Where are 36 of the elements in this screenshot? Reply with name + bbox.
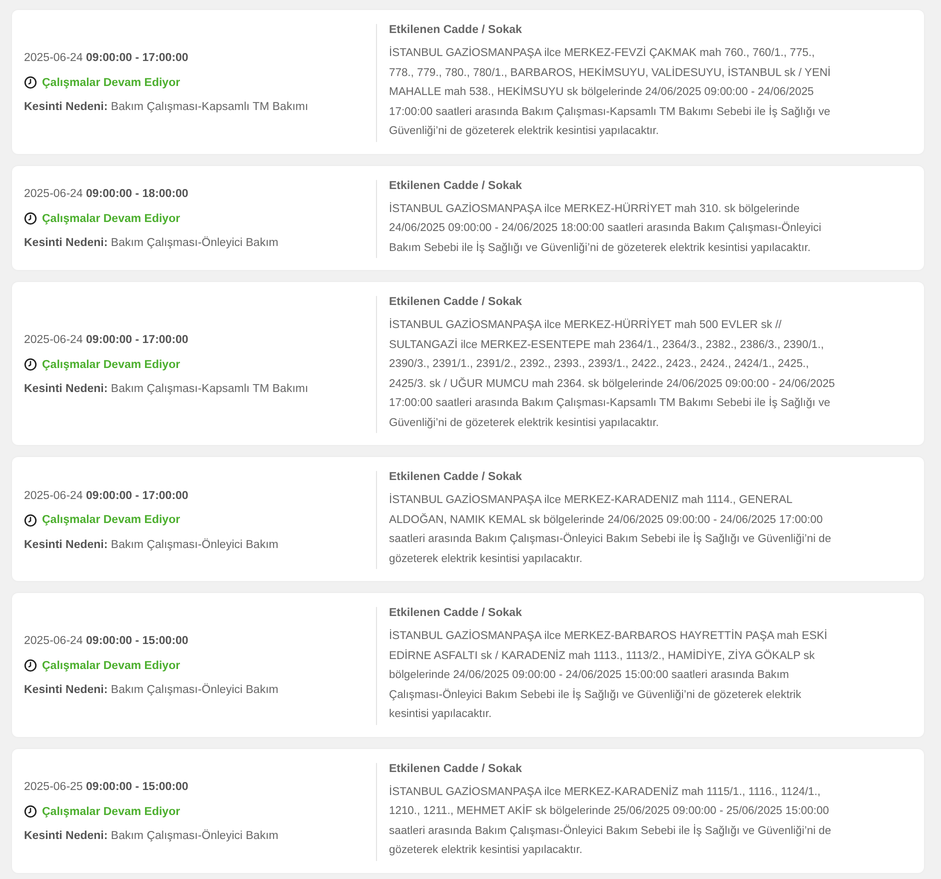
- outage-reason: Kesinti Nedeni: Bakım Çalışması-Önleyici Bakım: [24, 237, 280, 250]
- outage-description: İSTANBUL GAZİOSMANPAŞA ilce MERKEZ-FEVZİ ÇAKMAK mah 760., 760/1., 775., 778., 779., 780., 780/1., BARBAROS, HEKİMSUYU, VALİDESUYU, İSTANBUL sk / YENİ MAHALLE mah 538., HEKİMSUYU sk bölgelerinde 24/06/2025 09:00:00 - 24/06/2025 17:00:00 saatleri arasında Bakım Çalışması-Kapsamlı TM Bakımı Sebebi ile İş Sağlığı ve Güvenliği’ni de gözeterek elektrik kesintisi yapılacaktır.: [389, 45, 832, 139]
- outage-description: İSTANBUL GAZİOSMANPAŞA ilce MERKEZ-HÜRRİYET mah 310. sk bölgelerinde 24/06/2025 09:00:00 - 24/06/2025 18:00:00 saatleri arasında Bakım Çalışması-Önleyici Bakım Sebebi ile İş Sağlığı ve Güvenliği’ni de gözeterek elektrik kesintisi yapılacaktır.: [389, 201, 822, 256]
- outage-time: 2025-06-24 09:00:00 - 18:00:00: [24, 188, 190, 200]
- status-label: Çalışmalar Devam Ediyor: [42, 76, 180, 89]
- outage-description: İSTANBUL GAZİOSMANPAŞA ilce MERKEZ-HÜRRİYET mah 500 EVLER sk // SULTANGAZİ ilce MERKEZ-ESENTEPE mah 2364/1., 2364/3., 2382., 2386/3., 2390/1., 2390/3., 2391/1., 2391/2., 2392., 2393., 2393/1., 2422., 2423., 2424., 2424/1., 2425., 2425/3. sk / UĞUR MUMCU mah 2364. sk bölgelerinde 24/06/2025 09:00:00 - 24/06/2025 17:00:00 saatleri arasında Bakım Çalışması-Kapsamlı TM Bakımı Sebebi ile İş Sağlığı ve Güvenliği’ni de gözeterek elektrik kesintisi yapılacaktır.: [389, 317, 836, 430]
- clock-icon: [24, 212, 37, 226]
- clock-icon: [24, 76, 37, 90]
- section-heading: Etkilenen Cadde / Sokak: [389, 24, 523, 36]
- status-label: Çalışmalar Devam Ediyor: [42, 514, 180, 526]
- status-label: Çalışmalar Devam Ediyor: [42, 358, 180, 370]
- status-label: Çalışmalar Devam Ediyor: [42, 806, 180, 818]
- outage-time: 2025-06-24 09:00:00 - 15:00:00: [24, 635, 190, 648]
- outage-reason: Kesinti Nedeni: Bakım Çalışması-Kapsamlı TM Bakımı: [24, 383, 310, 395]
- clock-icon: [24, 514, 37, 526]
- clock-icon: [24, 358, 37, 371]
- outage-time: 2025-06-24 09:00:00 - 17:00:00: [24, 334, 190, 346]
- outage-time: 2025-06-24 09:00:00 - 17:00:00: [24, 52, 190, 64]
- outage-description: İSTANBUL GAZİOSMANPAŞA ilce MERKEZ-KARADENİZ mah 1115/1., 1116., 1124/1., 1210., 1211., MEHMET AKİF sk bölgelerinde 25/06/2025 09:00:00 - 25/06/2025 15:00:00 saatleri arasında Bakım Çalışması-Önleyici Bakım Sebebi ile İş Sağlığı ve Güvenliği’ni de gözeterek elektrik kesintisi yapılacaktır.: [389, 784, 832, 858]
- outage-reason: Kesinti Nedeni: Bakım Çalışması-Önleyici Bakım: [24, 830, 280, 842]
- outage-reason: Kesinti Nedeni: Bakım Çalışması-Kapsamlı TM Bakımı: [24, 101, 310, 114]
- outage-description: İSTANBUL GAZİOSMANPAŞA ilce MERKEZ-BARBAROS HAYRETTİN PAŞA mah ESKİ EDİRNE ASFALTI sk / KARADENİZ mah 1113., 1113/2., HAMİDİYE, ZİYA GÖKALP sk bölgelerinde 24/06/2025 09:00:00 - 24/06/2025 15:00:00 saatleri arasında Bakım Çalışması-Önleyici Bakım Sebebi ile İş Sağlığı ve Güvenliği’ni de gözeterek elektrik kesintisi yapılacaktır.: [389, 628, 828, 722]
- outage-time: 2025-06-24 09:00:00 - 17:00:00: [24, 490, 190, 502]
- status-label: Çalışmalar Devam Ediyor: [42, 212, 180, 225]
- section-heading: Etkilenen Cadde / Sokak: [389, 762, 523, 774]
- section-heading: Etkilenen Cadde / Sokak: [389, 607, 523, 619]
- outage-reason: Kesinti Nedeni: Bakım Çalışması-Önleyici Bakım: [24, 684, 280, 696]
- section-heading: Etkilenen Cadde / Sokak: [389, 180, 523, 192]
- clock-icon: [24, 805, 37, 818]
- outage-reason: Kesinti Nedeni: Bakım Çalışması-Önleyici Bakım: [24, 538, 280, 550]
- section-heading: Etkilenen Cadde / Sokak: [389, 471, 523, 483]
- section-heading: Etkilenen Cadde / Sokak: [389, 296, 523, 308]
- outage-description: İSTANBUL GAZİOSMANPAŞA ilce MERKEZ-KARADENIZ mah 1114., GENERAL ALDOĞAN, NAMIK KEMAL sk bölgelerinde 24/06/2025 09:00:00 - 24/06/2025 17:00:00 saatleri arasında Bakım Çalışması-Önleyici Bakım Sebebi ile İş Sağlığı ve Güvenliği’ni de gözeterek elektrik kesintisi yapılacaktır.: [389, 492, 832, 566]
- status-label: Çalışmalar Devam Ediyor: [42, 660, 180, 672]
- clock-icon: [24, 659, 37, 672]
- outage-time: 2025-06-25 09:00:00 - 15:00:00: [24, 781, 190, 793]
